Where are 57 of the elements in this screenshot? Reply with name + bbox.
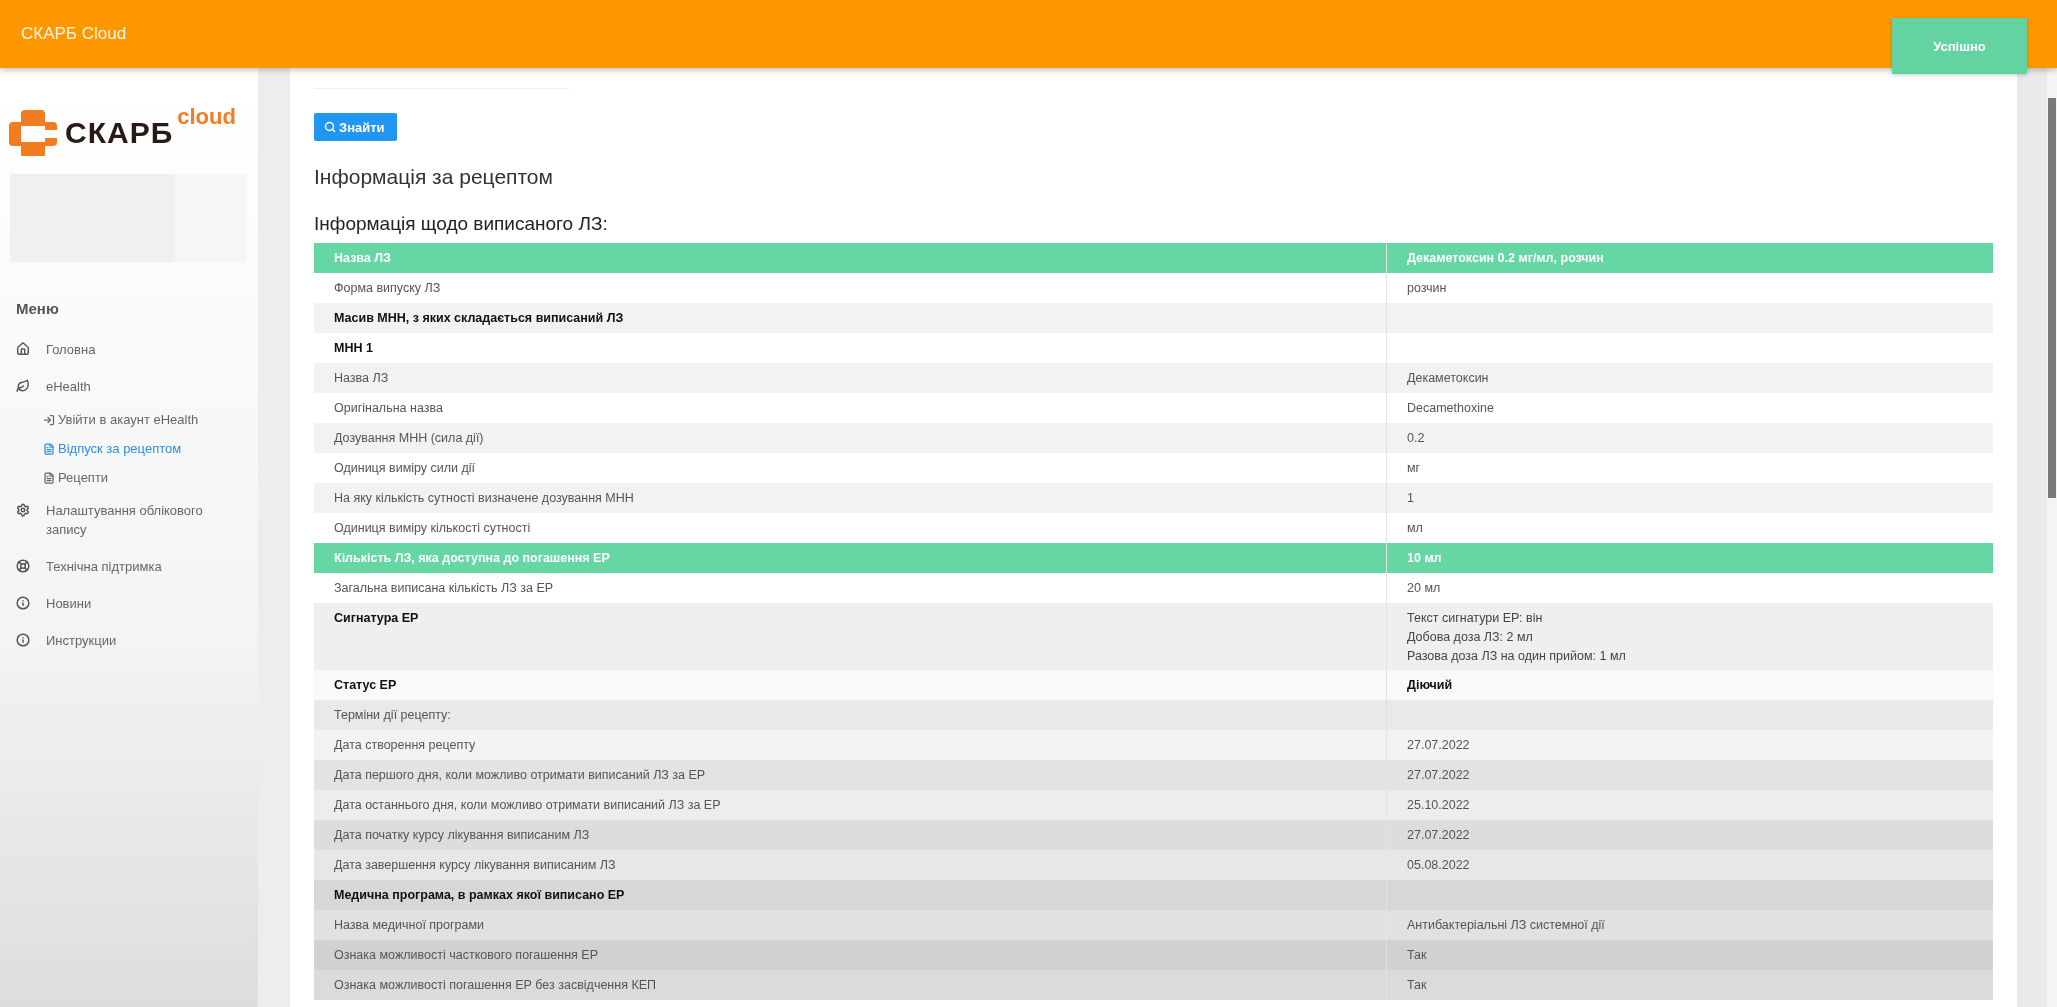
info-icon <box>16 596 30 610</box>
label-cell-text: Форма випуску ЛЗ <box>333 280 442 297</box>
settings-icon <box>16 503 30 517</box>
label-cell-text: Статус ЕР <box>333 677 398 694</box>
label-cell-text: Терміни дії рецепту: <box>333 707 452 724</box>
menu-item[interactable]: Головна <box>0 331 258 368</box>
logo-name: СКАРБ <box>65 116 174 150</box>
page-title: Інформація за рецептом <box>314 165 554 189</box>
home-icon <box>16 342 30 356</box>
login-icon <box>43 413 55 426</box>
label-cell-text: Дата останнього дня, коли можливо отримати виписаний ЛЗ за ЕР <box>333 797 722 814</box>
label-cell-text: Дата початку курсу лікування виписаним ЛЗ <box>333 827 591 844</box>
label-cell-text: Кількість ЛЗ, яка доступна до погашення ЕР <box>333 550 611 567</box>
menu-item[interactable]: eHealth <box>0 368 258 405</box>
info-icon <box>16 633 30 647</box>
submenu-item[interactable]: Рецепти <box>0 463 258 492</box>
label-cell-text: Медична програма, в рамках якої виписано ЕР <box>333 887 626 904</box>
label-cell-text: Назва ЛЗ <box>333 370 390 387</box>
app-title: СКАРБ Cloud <box>21 24 127 44</box>
menu-item[interactable]: Налаштування облікового запису <box>0 492 258 548</box>
menu-title: Меню <box>16 300 60 317</box>
document-icon <box>43 471 55 484</box>
success-toast: Успішно <box>1892 18 2027 74</box>
label-cell-text: Дозування МНН (сила дії) <box>333 430 485 447</box>
leaf-icon <box>16 379 30 393</box>
document-icon <box>43 442 55 455</box>
submenu-item[interactable]: Відпуск за рецептом <box>0 434 258 463</box>
menu-item[interactable]: Новини <box>0 585 258 622</box>
logo-suffix: cloud <box>177 104 236 130</box>
section-title: Інформація щодо виписаного ЛЗ: <box>314 213 609 235</box>
label-cell-text: Масив МНН, з яких складається виписаний ЛЗ <box>333 310 625 327</box>
logo-icon <box>9 108 57 156</box>
label-cell-text: Назва ЛЗ <box>333 250 392 267</box>
scrollbar[interactable] <box>2047 68 2057 1007</box>
value-line: Текст сигнатури ЕР: він <box>1407 610 1544 627</box>
menu-item[interactable]: Технічна підтримка <box>0 548 258 585</box>
search-button[interactable]: Знайти <box>314 113 397 141</box>
submenu-item[interactable]: Увійти в акаунт eHealth <box>0 405 258 434</box>
value-line: Добова доза ЛЗ: 2 мл <box>1407 629 1534 646</box>
label-cell-text: МНН 1 <box>333 340 374 357</box>
label-cell-text: Дата першого дня, коли можливо отримати виписаний ЛЗ за ЕР <box>333 767 707 784</box>
menu-item[interactable]: Инструкции <box>0 622 258 659</box>
value-cell: Так <box>1386 970 1993 1000</box>
label-cell-text: Сигнатура ЕР <box>333 610 420 627</box>
label-cell-text: Ознака можливості погашення ЕР без засвідчення КЕП <box>333 977 657 994</box>
label-cell-text: Назва медичної програми <box>333 917 486 934</box>
label-cell-text: Дата створення рецепту <box>333 737 477 754</box>
label-cell-text: Одиниця виміру кількості сутності <box>333 520 532 537</box>
lifebuoy-icon <box>16 559 30 573</box>
label-cell-text: Одиниця виміру сили дії <box>333 460 477 477</box>
label-cell-text: Дата завершення курсу лікування виписаним ЛЗ <box>333 857 617 874</box>
label-cell-text: На яку кількість сутності визначене дозування МНН <box>333 490 635 507</box>
label-cell-text: Ознака можливості часткового погашення ЕР <box>333 947 600 964</box>
label-cell-text: Оригінальна назва <box>333 400 444 417</box>
value-line: Разова доза ЛЗ на один прийом: 1 мл <box>1407 648 1627 665</box>
label-cell-text: Загальна виписана кількість ЛЗ за ЕР <box>333 580 555 597</box>
search-icon <box>324 121 336 133</box>
